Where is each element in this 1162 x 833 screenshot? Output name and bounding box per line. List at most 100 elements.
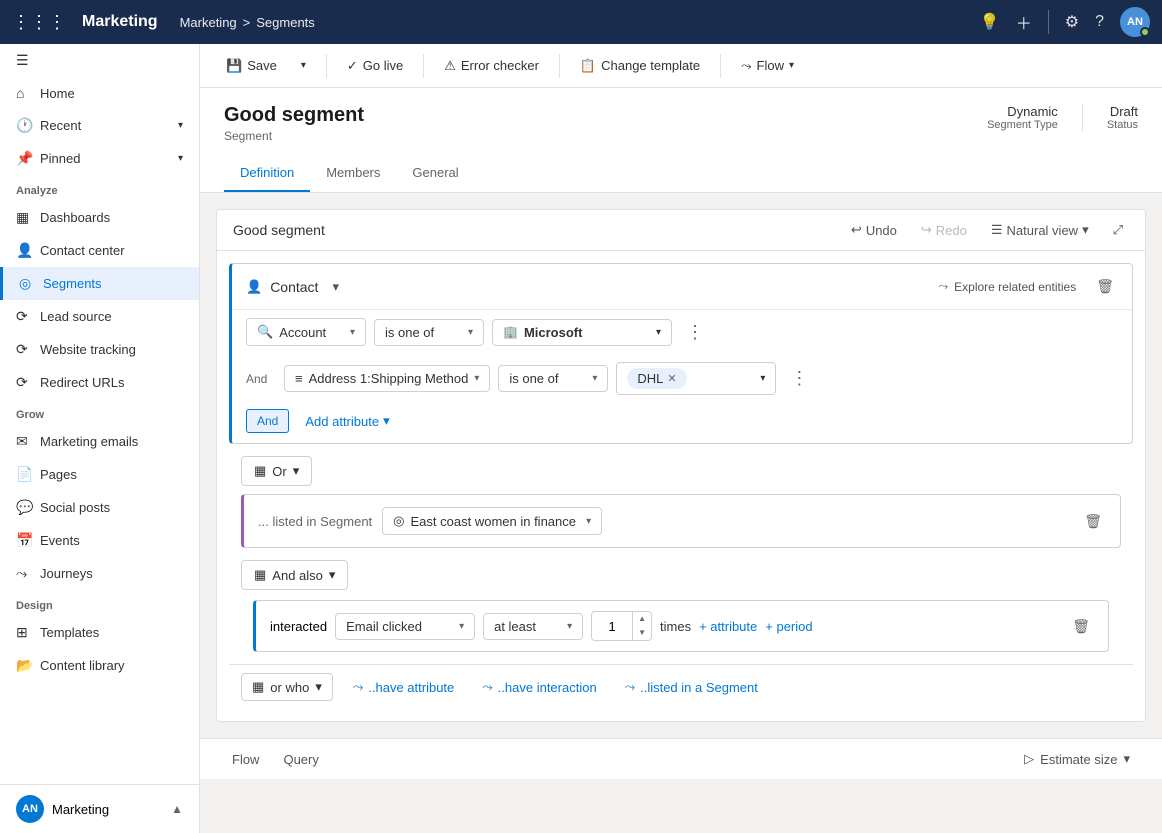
footer-tab-flow[interactable]: Flow: [224, 748, 267, 771]
expand-icon: ⤢: [1113, 222, 1123, 238]
value-2-select[interactable]: DHL ✕ ▾: [616, 362, 776, 395]
sidebar-label-events: Events: [40, 533, 80, 548]
sidebar-item-dashboards[interactable]: ▦ Dashboards: [0, 201, 199, 234]
tab-general[interactable]: General: [396, 155, 474, 192]
rule-1-more-button[interactable]: ⋮: [680, 320, 710, 345]
add-icon[interactable]: ＋: [1016, 10, 1032, 34]
settings-icon[interactable]: ⚙: [1065, 12, 1079, 32]
add-period-link[interactable]: + period: [765, 619, 812, 634]
spin-down-icon[interactable]: ▼: [633, 626, 651, 640]
value-1-select[interactable]: 🏢 Microsoft ▾: [492, 319, 672, 346]
canvas-bottom: ▦ or who ▾ ⤳ ..have attribute ⤳ ..have i…: [229, 664, 1133, 709]
times-label: times: [660, 619, 691, 634]
user-avatar[interactable]: AN: [16, 795, 44, 823]
sidebar-item-pinned[interactable]: 📌 Pinned ▾: [0, 142, 199, 175]
sidebar-item-marketing-emails[interactable]: ✉ Marketing emails: [0, 425, 199, 458]
sidebar-item-home[interactable]: ⌂ Home: [0, 77, 199, 109]
flow-icon: ⤳: [741, 58, 751, 74]
listed-in-segment-button[interactable]: ⤳ ..listed in a Segment: [617, 674, 766, 700]
sidebar-item-recent[interactable]: 🕐 Recent ▾: [0, 109, 199, 142]
go-live-button[interactable]: ✓ Go live: [337, 53, 413, 79]
breadcrumb-marketing[interactable]: Marketing: [180, 15, 237, 30]
op2-caret-icon: ▾: [592, 373, 597, 384]
natural-view-button[interactable]: ☰ Natural view ▾: [985, 218, 1095, 242]
sidebar-item-events[interactable]: 📅 Events: [0, 524, 199, 557]
operator-1-label: is one of: [385, 325, 434, 340]
tab-members[interactable]: Members: [310, 155, 396, 192]
sidebar-item-segments[interactable]: ◎ Segments: [0, 267, 199, 300]
operator-1-select[interactable]: is one of ▾: [374, 319, 484, 346]
lightbulb-icon[interactable]: 💡: [980, 12, 1000, 32]
sidebar-item-pages[interactable]: 📄 Pages: [0, 458, 199, 491]
contact-caret-button[interactable]: ▾: [326, 275, 345, 299]
field-account-select[interactable]: 🔍 Account ▾: [246, 318, 366, 346]
avatar[interactable]: AN: [1120, 7, 1150, 37]
or-who-button[interactable]: ▦ or who ▾: [241, 673, 333, 701]
email-clicked-select[interactable]: Email clicked ▾: [335, 613, 475, 640]
field-address-label: Address 1:Shipping Method: [309, 371, 469, 386]
segment-ref-select[interactable]: ◎ East coast women in finance ▾: [382, 507, 602, 535]
pinned-caret-icon: ▾: [178, 153, 183, 164]
flow-button[interactable]: ⤳ Flow ▾: [731, 53, 804, 79]
contact-delete-button[interactable]: 🗑: [1092, 274, 1118, 299]
sidebar-footer: AN Marketing ▲: [0, 784, 199, 833]
sidebar-item-redirect-urls[interactable]: ⟳ Redirect URLs: [0, 366, 199, 399]
dhl-remove-button[interactable]: ✕: [667, 372, 676, 385]
have-interact-label: ..have interaction: [498, 680, 597, 695]
error-checker-button[interactable]: ⚠ Error checker: [434, 53, 549, 79]
footer-tab-query[interactable]: Query: [275, 748, 326, 771]
go-live-label: Go live: [363, 58, 403, 73]
or-icon: ▦: [254, 463, 266, 479]
explore-icon: ⤳: [939, 279, 949, 294]
and-button[interactable]: And: [246, 409, 289, 433]
segment-ref-delete-button[interactable]: 🗑: [1080, 509, 1106, 534]
sidebar-item-journeys[interactable]: ⤳ Journeys: [0, 557, 199, 590]
website-tracking-icon: ⟳: [16, 341, 32, 358]
sidebar-item-contact-center[interactable]: 👤 Contact center: [0, 234, 199, 267]
segment-type-label: Segment Type: [987, 119, 1058, 131]
trash-icon: 🗑: [1096, 278, 1114, 294]
or-button[interactable]: ▦ Or ▾: [241, 456, 312, 486]
contact-header-right: ⤳ Explore related entities 🗑: [931, 274, 1118, 299]
sidebar-label-website-tracking: Website tracking: [40, 342, 136, 357]
save-label: Save: [247, 58, 277, 73]
sidebar-toggle[interactable]: ☰: [0, 44, 199, 77]
add-attribute-button[interactable]: Add attribute ▾: [297, 409, 397, 433]
sidebar-item-lead-source[interactable]: ⟳ Lead source: [0, 300, 199, 333]
save-caret-button[interactable]: ▾: [291, 55, 316, 76]
field-address-select[interactable]: ≡ Address 1:Shipping Method ▾: [284, 365, 490, 392]
error-checker-icon: ⚠: [444, 58, 456, 74]
times-value-input[interactable]: [592, 614, 632, 639]
spin-up-icon[interactable]: ▲: [633, 612, 651, 626]
redo-button[interactable]: ↪ Redo: [915, 218, 973, 242]
save-button[interactable]: 💾 Save: [216, 53, 287, 79]
at-least-select[interactable]: at least ▾: [483, 613, 583, 640]
page-tabs: Definition Members General: [224, 155, 1138, 192]
undo-button[interactable]: ↩ Undo: [845, 218, 903, 242]
segment-ref-caret-icon: ▾: [586, 516, 591, 527]
rule-2-more-button[interactable]: ⋮: [784, 366, 814, 391]
sidebar-item-social-posts[interactable]: 💬 Social posts: [0, 491, 199, 524]
estimate-size-button[interactable]: ▷ Estimate size ▾: [1016, 747, 1138, 771]
sidebar-item-content-library[interactable]: 📂 Content library: [0, 649, 199, 682]
sidebar-item-templates[interactable]: ⊞ Templates: [0, 616, 199, 649]
interaction-delete-button[interactable]: 🗑: [1068, 614, 1094, 639]
help-icon[interactable]: ?: [1095, 13, 1104, 31]
tab-definition[interactable]: Definition: [224, 155, 310, 192]
operator-2-select[interactable]: is one of ▾: [498, 365, 608, 392]
have-attribute-button[interactable]: ⤳ ..have attribute: [345, 674, 462, 700]
have-interaction-button[interactable]: ⤳ ..have interaction: [474, 674, 604, 700]
breadcrumb-segments[interactable]: Segments: [256, 15, 315, 30]
and-also-button[interactable]: ▦ And also ▾: [241, 560, 348, 590]
interaction-block: interacted Email clicked ▾ at least ▾: [253, 600, 1109, 652]
sidebar-item-website-tracking[interactable]: ⟳ Website tracking: [0, 333, 199, 366]
expand-button[interactable]: ⤢: [1107, 218, 1129, 242]
add-attribute-link[interactable]: + attribute: [699, 619, 757, 634]
app-grid-icon[interactable]: ⋮⋮⋮: [12, 12, 66, 33]
sidebar-expand-icon[interactable]: ▲: [171, 802, 183, 816]
or-who-icon: ▦: [252, 679, 264, 695]
change-template-button[interactable]: 📋 Change template: [570, 53, 710, 79]
save-icon: 💾: [226, 58, 242, 74]
times-input[interactable]: ▲ ▼: [591, 611, 652, 641]
explore-related-button[interactable]: ⤳ Explore related entities: [931, 275, 1085, 298]
